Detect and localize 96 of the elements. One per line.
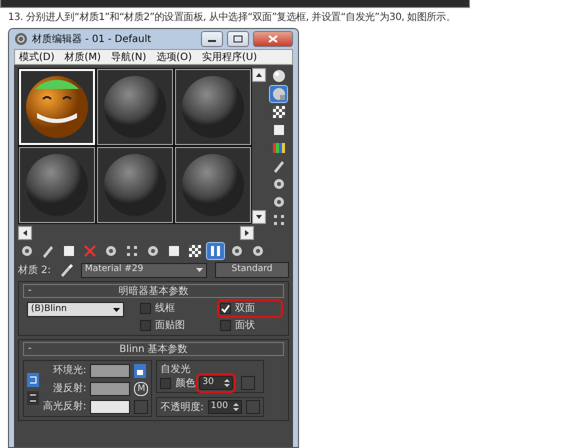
checkbox[interactable] [160, 378, 172, 388]
lock-toggle-icon[interactable] [27, 372, 39, 386]
eyedropper-icon[interactable] [58, 263, 73, 277]
checkbox-label: 双面 [235, 302, 255, 315]
checkbox[interactable] [220, 303, 231, 314]
shader-dropdown[interactable]: (B)Blinn [27, 302, 124, 317]
menu-item[interactable]: 选项(O) [156, 50, 192, 64]
gear-icon [230, 244, 244, 258]
minimize-button[interactable] [201, 31, 223, 47]
checkbox-label: 面状 [235, 319, 255, 332]
color-swatch[interactable] [90, 382, 130, 396]
instruction-text: 13. 分别进人到“材质1”和“材质2”的设置面板, 从中选择“双面”复选框, 并设置“自发光”为30, 如图所示。 [7, 10, 457, 25]
link-toggle-icon[interactable] [27, 390, 39, 404]
textured-sphere-drawing [25, 75, 89, 139]
up-arrow-icon [255, 72, 263, 78]
sphere-drawing [103, 75, 167, 139]
collapse-toggle[interactable]: - [28, 283, 32, 298]
sphere-drawing [181, 75, 245, 139]
lock-icon[interactable] [134, 364, 146, 378]
right-arrow-icon [244, 229, 250, 237]
sphere-drawing [103, 153, 167, 217]
sphere-tool[interactable] [270, 68, 287, 84]
checker-tool[interactable] [270, 104, 287, 120]
pen-icon [272, 159, 286, 173]
checkbox[interactable] [220, 320, 231, 331]
checker-icon [272, 105, 286, 119]
checkbox-label: 颜色 [175, 376, 196, 390]
pen-icon [40, 244, 54, 258]
rollout-title[interactable]: Blinn 基本参数 [119, 342, 188, 356]
collapse-toggle[interactable]: - [28, 341, 32, 356]
scroll-up-button[interactable] [252, 68, 266, 82]
color-label: 漫反射: [52, 382, 86, 395]
checkbox[interactable] [140, 320, 151, 331]
gear-icon [272, 195, 286, 209]
bars-icon [208, 244, 222, 258]
gear-icon [104, 244, 118, 258]
scroll-right-button[interactable] [240, 226, 254, 240]
maximize-icon [233, 34, 243, 43]
down-arrow-icon [255, 214, 263, 220]
checkbox[interactable] [140, 303, 151, 314]
opacity-spinner[interactable]: 100 [208, 400, 242, 414]
caret-icon [196, 268, 203, 272]
square-icon [62, 244, 76, 258]
color-bars-tool[interactable] [270, 140, 287, 156]
sample-slot[interactable] [175, 147, 251, 223]
sample-slot[interactable] [19, 147, 95, 223]
menu-item[interactable]: 材质(M) [64, 50, 101, 64]
color-swatch[interactable] [90, 364, 130, 378]
menu-item[interactable]: 模式(D) [19, 50, 55, 64]
close-button[interactable] [253, 31, 293, 47]
self-illum-spinner[interactable]: 30 [199, 376, 234, 390]
sample-slot[interactable] [97, 147, 173, 223]
backlight-icon [272, 87, 286, 101]
gear-icon [146, 244, 160, 258]
sphere-icon [272, 69, 286, 83]
color-label: 高光反射: [43, 400, 86, 413]
checker-icon [188, 244, 202, 258]
app-icon [14, 32, 28, 46]
sphere-drawing [25, 153, 89, 217]
material-name-dropdown[interactable]: Material #29 [80, 262, 207, 278]
square-icon [272, 123, 286, 137]
square-icon [166, 244, 180, 258]
group-title: 自发光 [160, 363, 192, 376]
sample-slot[interactable] [97, 69, 173, 145]
left-arrow-icon [22, 229, 28, 237]
maximize-button[interactable] [227, 31, 249, 47]
color-swatch[interactable] [90, 400, 130, 414]
opacity-label: 不透明度: [160, 400, 204, 414]
scroll-down-button[interactable] [252, 210, 266, 224]
spinner-arrows-icon [224, 379, 230, 387]
checkbox-label: 线框 [155, 302, 175, 315]
caret-icon [113, 308, 120, 312]
gear-icon [250, 244, 264, 258]
checkmark-icon [221, 304, 230, 313]
color-label: 环境光: [52, 364, 86, 377]
delete-icon [82, 244, 96, 258]
dots-icon [124, 244, 138, 258]
gear-icon [20, 244, 34, 258]
window-title: 材质编辑器 - 01 - Default [32, 32, 152, 46]
rollout-title[interactable]: 明暗器基本参数 [118, 284, 188, 298]
bars-tool[interactable] [207, 243, 224, 259]
sphere-drawing [181, 153, 245, 217]
material-type-button[interactable]: Standard [215, 262, 289, 278]
spinner-arrows-icon [232, 403, 239, 411]
checkbox-label: 面贴图 [155, 319, 185, 332]
map-button[interactable]: M [134, 382, 148, 396]
menu-item[interactable]: 实用程序(U) [202, 50, 258, 64]
sample-slot[interactable] [175, 69, 251, 145]
menu-item[interactable]: 导航(N) [110, 50, 146, 64]
material-label: 材质 2: [18, 264, 51, 276]
gear-icon [272, 177, 286, 191]
scroll-left-button[interactable] [18, 226, 32, 240]
dots-icon [272, 213, 286, 227]
close-icon [268, 34, 278, 43]
checker-tool[interactable] [186, 243, 203, 259]
color-bars-icon [272, 141, 286, 155]
